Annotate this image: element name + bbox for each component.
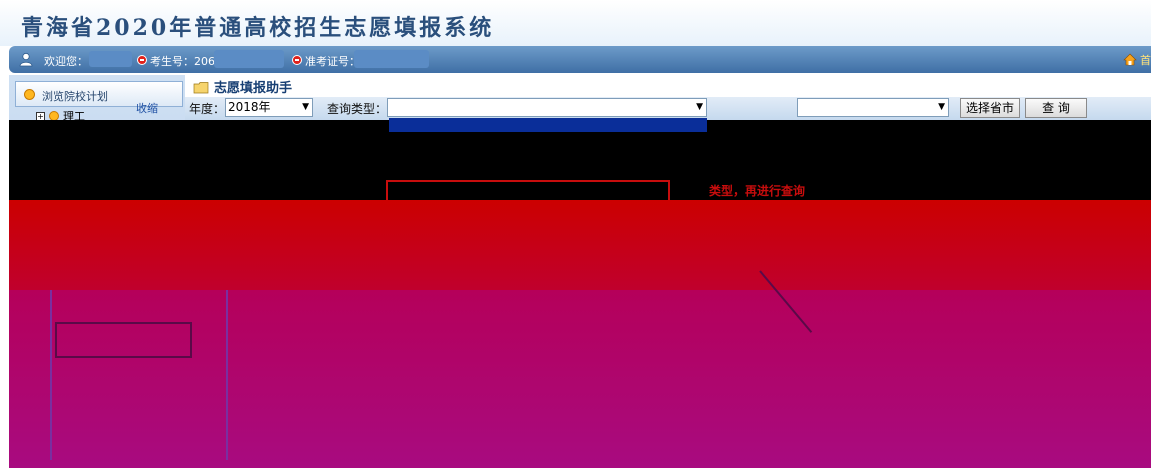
year-select[interactable]: 2018年 ▼ xyxy=(225,98,313,117)
school-select[interactable]: ▼ xyxy=(797,98,949,117)
year-label: 年度： xyxy=(189,102,226,116)
select-province-button[interactable]: 选择省市 xyxy=(960,98,1020,118)
exam-number-label: 考生号：206 xyxy=(150,55,215,68)
folder-icon xyxy=(193,82,209,94)
circle-bullet-icon xyxy=(24,89,35,100)
user-info-bar: 欢迎您： 考生号：206 准考证号： 首 xyxy=(9,46,1151,73)
exam-number-icon xyxy=(137,55,147,65)
query-type-label: 查询类型： xyxy=(327,102,388,116)
tab-browse-plans-label: 浏览院校计划 xyxy=(42,90,108,103)
helper-header: 志愿填报助手 xyxy=(191,75,1151,97)
ticket-number-label: 准考证号： xyxy=(305,55,360,68)
red-overlay-band xyxy=(9,200,1151,290)
masked-exam-number xyxy=(214,50,284,68)
masked-user-name xyxy=(89,51,132,67)
user-icon xyxy=(19,52,33,67)
helper-title: 志愿填报助手 xyxy=(214,81,293,96)
ticket-number-icon xyxy=(292,55,302,65)
home-icon xyxy=(1122,53,1137,66)
chevron-down-icon: ▼ xyxy=(938,102,945,112)
chevron-down-icon: ▼ xyxy=(696,102,703,112)
hint-highlight-box xyxy=(386,180,670,202)
collapse-link[interactable]: 收缩 xyxy=(136,100,158,116)
tree-highlight-box xyxy=(55,322,192,358)
app-title: 青海省2020年普通高校招生志愿填报系统 xyxy=(21,15,495,41)
title-bar: 青海省2020年普通高校招生志愿填报系统 xyxy=(0,0,1151,46)
dropdown-selected-option[interactable] xyxy=(389,118,707,132)
query-button[interactable]: 查 询 xyxy=(1025,98,1087,118)
hint-text: 类型，再进行查询 xyxy=(709,184,806,198)
filter-bar: 年度： 2018年 ▼ 查询类型： ▼ ▼ 选择省市 查 询 xyxy=(185,97,1151,120)
chevron-down-icon: ▼ xyxy=(302,102,309,112)
home-link[interactable]: 首 xyxy=(1122,52,1151,68)
sidebar-tree-area xyxy=(9,120,185,200)
home-label: 首 xyxy=(1140,54,1151,67)
welcome-label: 欢迎您： xyxy=(44,55,88,68)
tree-guide-lines xyxy=(50,290,228,460)
year-select-value: 2018年 xyxy=(228,100,271,114)
masked-ticket-number xyxy=(354,50,429,68)
query-type-select[interactable]: ▼ xyxy=(387,98,707,117)
